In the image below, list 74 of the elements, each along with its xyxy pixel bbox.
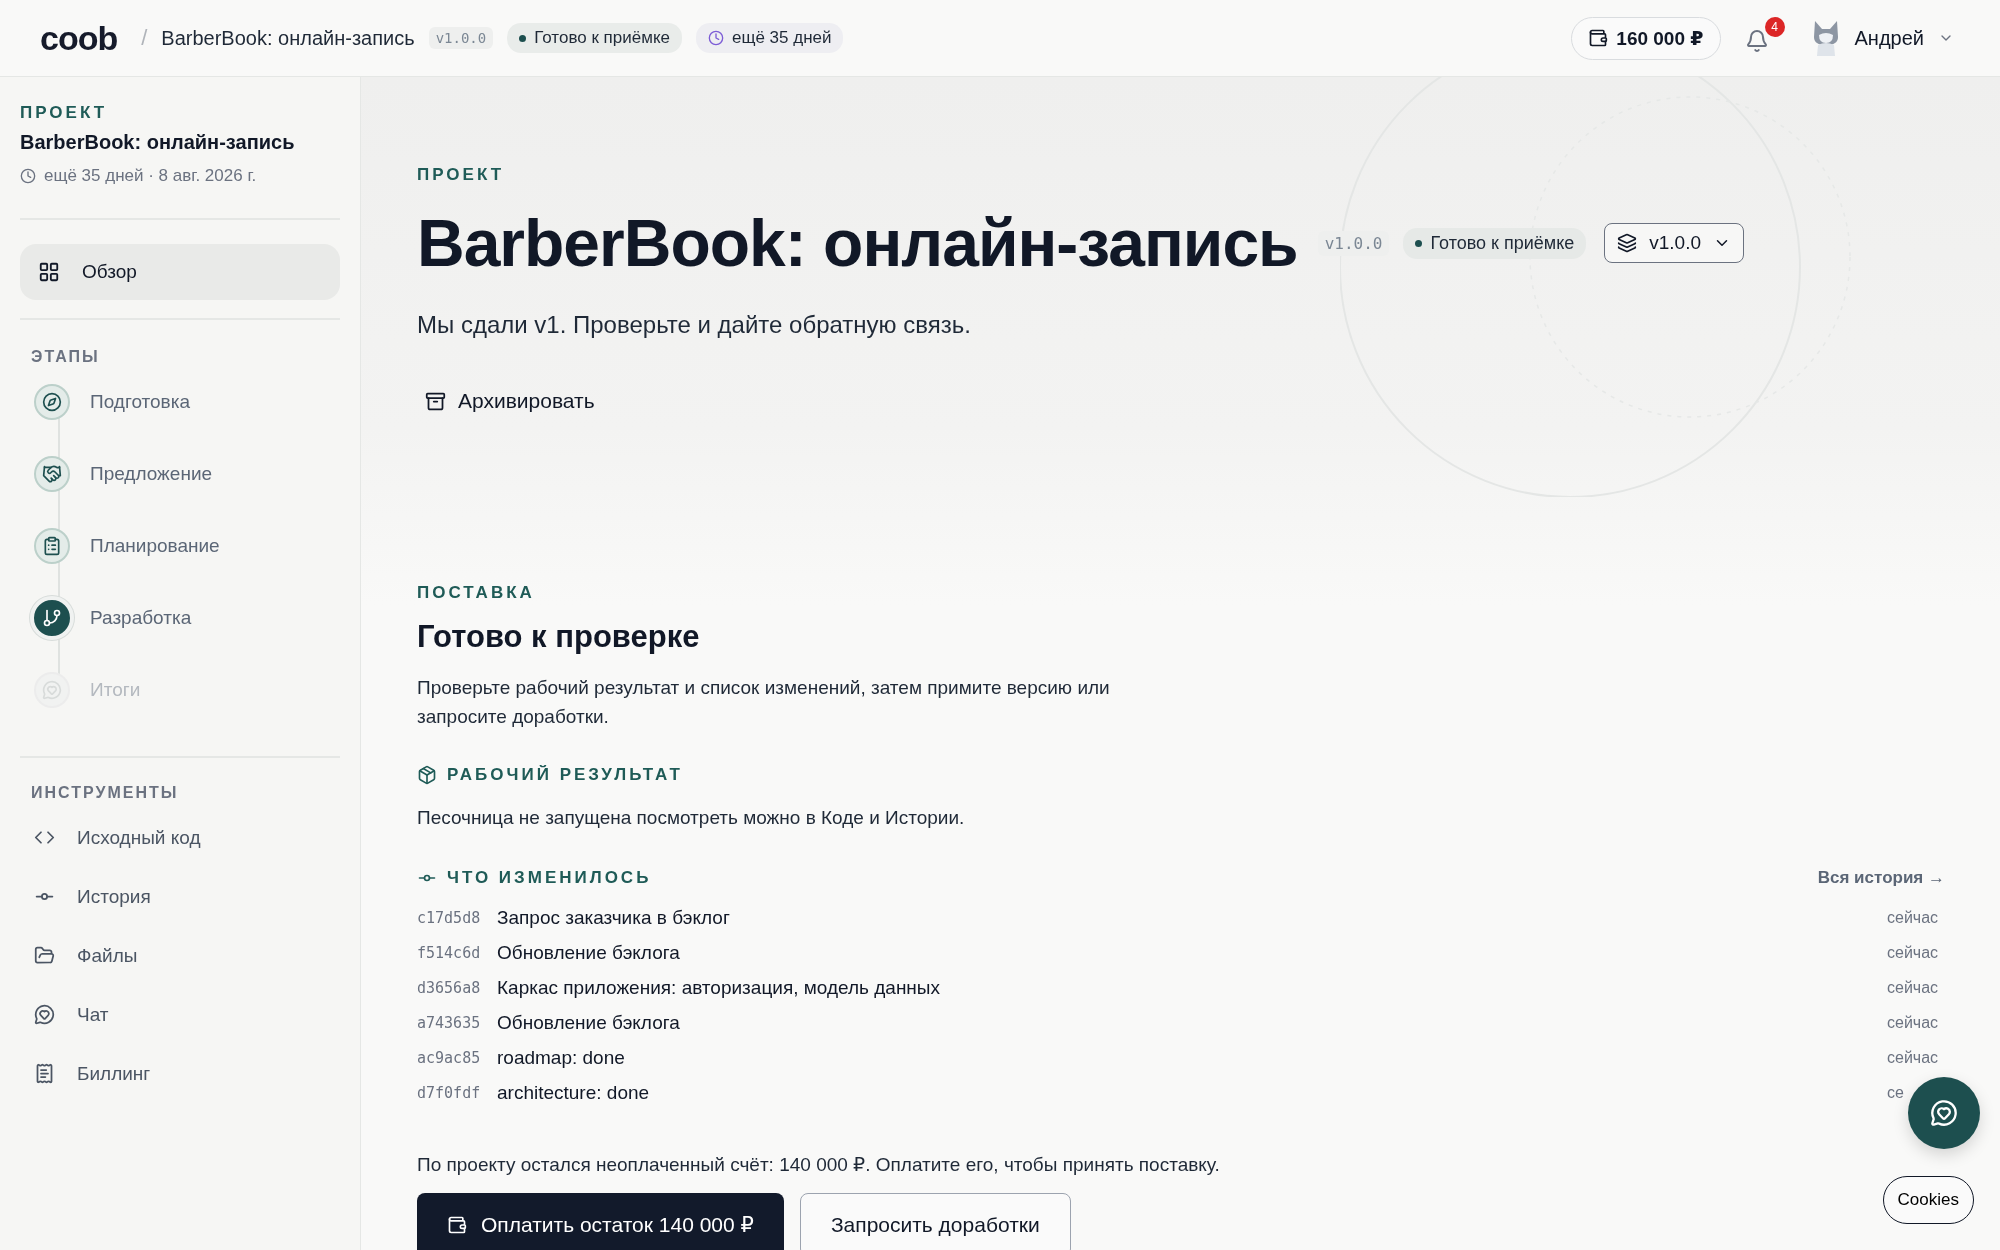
section-title: ЭТАПЫ	[30, 348, 101, 366]
tool-item[interactable]: Биллинг	[34, 1056, 340, 1091]
stage-item[interactable]: Подготовка	[34, 384, 340, 420]
commit-message: roadmap: done	[497, 1046, 626, 1069]
commit-message: Обновление бэклога	[497, 941, 681, 964]
archive-button[interactable]: Архивировать	[415, 379, 605, 423]
deadline-badge: ещё 35 дней	[695, 23, 844, 53]
commit-time: се	[1887, 1083, 1905, 1102]
stage-item[interactable]: Разработка	[34, 600, 340, 636]
stage-item[interactable]: Предложение	[34, 456, 340, 492]
nav-item[interactable]: Обзор	[20, 244, 340, 300]
status-badge: Готово к приёмке	[1403, 227, 1587, 259]
commit-hash: d7f0fdf	[417, 1083, 482, 1102]
box-icon	[417, 765, 437, 785]
invoice-notice: По проекту остался неоплаченный счёт: 140 000 ₽. Оплатите его, чтобы принять поставку.	[417, 1153, 1220, 1177]
wallet-icon	[1588, 28, 1609, 48]
commit-message: architecture: done	[497, 1081, 651, 1104]
commit-hash: f514c6d	[417, 943, 482, 962]
version-select[interactable]: v1.0.0	[1604, 223, 1744, 263]
subsection-title: ЧТО ИЗМЕНИЛОСЬ	[447, 868, 652, 888]
page-title: BarberBook: онлайн-запись	[417, 205, 1298, 281]
chat-icon	[34, 1004, 55, 1025]
project-name: BarberBook: онлайн-запись	[20, 131, 296, 154]
wallet-icon	[447, 1215, 467, 1235]
commit-hash: a743635	[417, 1013, 482, 1032]
commit-message: Каркас приложения: авторизация, модель данных	[497, 976, 942, 999]
commit-hash: c17d5d8	[417, 908, 482, 927]
tool-item[interactable]: Исходный код	[34, 820, 340, 855]
pay-button[interactable]: Оплатить остаток 140 000 ₽	[417, 1193, 784, 1250]
commit-time: сейчас	[1887, 943, 1940, 962]
tool-item[interactable]: История	[34, 879, 340, 914]
tool-item[interactable]: Файлы	[34, 938, 340, 973]
notifications-button[interactable]: 4	[1740, 17, 1785, 59]
receipt-icon	[34, 1063, 55, 1084]
subsection-title: РАБОЧИЙ РЕЗУЛЬТАТ	[447, 765, 683, 785]
commit-message: Запрос заказчика в бэклог	[497, 906, 731, 929]
result-text: Песочница не запущена посмотреть можно в Коде и Истории.	[417, 806, 965, 830]
status-badge: Готово к приёмке	[507, 23, 682, 53]
notification-count: 4	[1764, 17, 1785, 37]
section-label: ПОСТАВКА	[417, 583, 536, 603]
due-date: ещё 35 дней · 8 авг. 2026 г.	[44, 166, 257, 186]
section-label: ПРОЕКТ	[417, 165, 506, 185]
stage-item[interactable]: Планирование	[34, 528, 340, 564]
commit-hash: ac9ac85	[417, 1048, 482, 1067]
commit-time: сейчас	[1887, 908, 1940, 927]
commit-hash: d3656a8	[417, 978, 482, 997]
archive-icon	[425, 390, 446, 412]
tool-item[interactable]: Чат	[34, 997, 340, 1032]
version-tag: v1.0.0	[428, 27, 494, 49]
clock-icon	[20, 168, 36, 184]
project-title: BarberBook: онлайн-запись	[161, 26, 415, 50]
logo[interactable]: coob	[40, 18, 118, 58]
section-description: Проверьте рабочий результат и список изменений, затем примите версию или запросите доработки.	[417, 676, 1111, 729]
commit-time: сейчас	[1887, 978, 1940, 997]
user-menu[interactable]: Андрей	[1804, 18, 1960, 58]
folder-icon	[34, 945, 55, 966]
layers-icon	[1617, 233, 1638, 253]
request-revisions-button[interactable]: Запросить доработки	[799, 1193, 1071, 1250]
section-label: ПРОЕКТ	[20, 103, 109, 123]
grid-icon	[38, 261, 60, 283]
breadcrumb-separator: /	[141, 25, 148, 51]
cookies-button[interactable]: Cookies	[1882, 1176, 1974, 1224]
balance-button[interactable]: 160 000 ₽	[1571, 16, 1721, 60]
clock-icon	[707, 30, 724, 46]
section-heading: Готово к проверке	[417, 619, 701, 655]
chat-button[interactable]	[1908, 1077, 1980, 1149]
commit-message: Обновление бэклога	[497, 1011, 681, 1034]
chat-icon	[1930, 1099, 1958, 1127]
section-title: ИНСТРУМЕНТЫ	[30, 784, 180, 802]
page-subtitle: Мы сдали v1. Проверьте и дайте обратную связь.	[417, 311, 972, 339]
commit-time: сейчас	[1887, 1048, 1940, 1067]
commit-time: сейчас	[1887, 1013, 1940, 1032]
history-link[interactable]: Вся история →	[1817, 868, 1945, 888]
bell-icon	[1744, 29, 1769, 53]
